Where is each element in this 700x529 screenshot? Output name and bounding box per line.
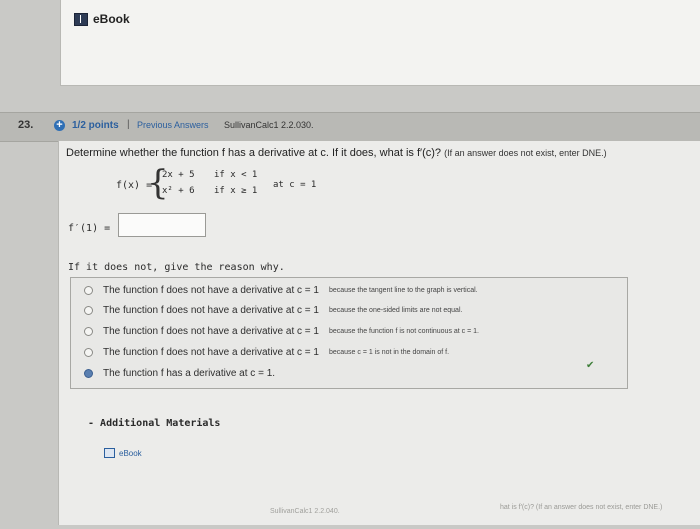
prompt-text: Determine whether the function f has a d… [66,147,442,159]
book-icon [104,448,115,458]
header-separator: | [127,119,130,130]
piece2-expression: x² + 6 [162,186,195,196]
option-tail: because the tangent line to the graph is… [328,286,478,294]
reason-option-not-continuous[interactable]: The function f does not have a derivativ… [84,322,624,340]
answer-label: f′(1) = [68,223,111,234]
derivative-answer-input[interactable] [118,213,206,237]
option-text: The function f has a derivative at c = 1… [103,367,276,379]
reason-option-vertical-tangent[interactable]: The function f does not have a derivativ… [84,281,624,299]
piece1-condition: if x < 1 [214,170,258,180]
option-text: The function f does not have a derivativ… [103,325,319,337]
option-text: The function f does not have a derivativ… [103,346,319,358]
book-icon [74,12,88,26]
additional-materials-label: Additional Materials [100,418,221,429]
radio-button[interactable] [84,285,93,295]
piece2-condition: if x ≥ 1 [214,186,258,196]
option-tail: because the function f is not continuous… [328,327,479,335]
radio-button[interactable] [84,347,93,357]
ebook-label: eBook [93,12,130,26]
piece1-expression: 2x + 5 [162,170,195,180]
additional-ebook-label: eBook [119,448,142,458]
reason-label: If it does not, give the reason why. [68,262,285,273]
additional-materials-heading[interactable]: - Additional Materials [88,418,220,429]
option-text: The function f does not have a derivativ… [103,284,319,296]
question-prompt: Determine whether the function f has a d… [66,147,696,159]
radio-button[interactable] [84,326,93,336]
ebook-link[interactable]: eBook [74,12,130,26]
reason-option-has-derivative[interactable]: The function f has a derivative at c = 1… [84,364,624,382]
correct-check-icon: ✔ [586,360,595,371]
radio-button[interactable] [84,305,93,315]
expand-plus-icon[interactable]: + [54,120,65,131]
at-c-label: at c = 1 [273,180,317,190]
additional-ebook-link[interactable]: eBook [104,448,142,458]
radio-button-selected[interactable] [84,368,93,378]
previous-question-card [60,0,700,86]
previous-answers-link[interactable]: Previous Answers [137,120,209,130]
question-source: SullivanCalc1 2.2.030. [224,120,314,130]
question-number: 23. [18,119,34,131]
reason-option-not-in-domain[interactable]: The function f does not have a derivativ… [84,343,624,361]
option-tail: because c = 1 is not in the domain of f. [328,348,450,356]
reason-option-one-sided-limits[interactable]: The function f does not have a derivativ… [84,301,624,319]
option-text: The function f does not have a derivativ… [103,304,319,316]
question-points: 1/2 points [72,120,119,131]
prompt-note: (If an answer does not exist, enter DNE.… [444,148,607,158]
option-tail: because the one-sided limits are not equ… [328,306,463,314]
